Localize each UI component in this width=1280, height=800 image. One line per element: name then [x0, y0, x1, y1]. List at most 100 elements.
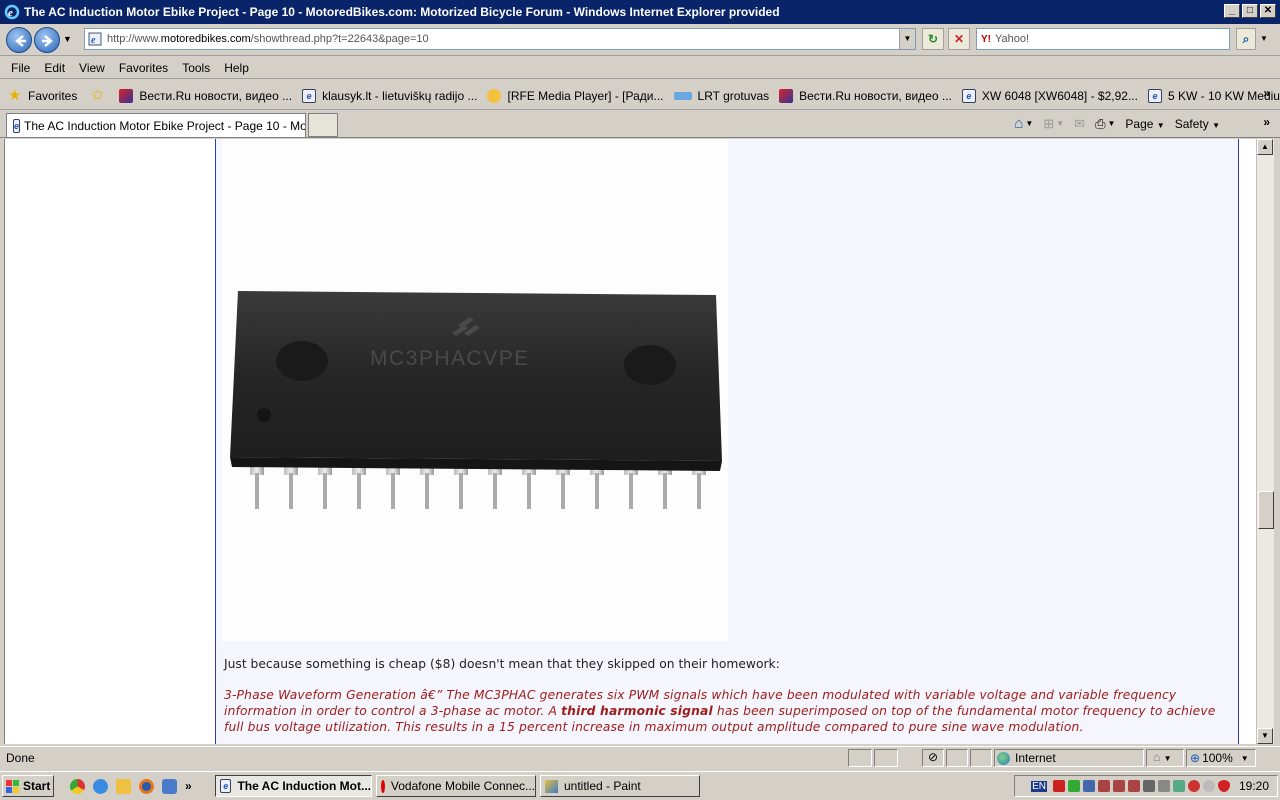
safety-menu-button[interactable]: Safety ▼ — [1175, 117, 1220, 131]
forward-button[interactable] — [34, 27, 60, 53]
scroll-up-arrow-icon[interactable]: ▲ — [1257, 139, 1273, 155]
scroll-down-arrow-icon[interactable]: ▼ — [1257, 728, 1273, 744]
network-disconnected-icon[interactable] — [1112, 780, 1125, 792]
menu-edit[interactable]: Edit — [37, 61, 72, 75]
home-dropdown-icon[interactable]: ▼ — [1025, 119, 1033, 128]
quick-launch: » — [70, 779, 192, 794]
windows-logo-icon — [6, 779, 19, 793]
new-tab-button[interactable] — [308, 113, 338, 137]
back-button[interactable] — [6, 27, 32, 53]
search-options-chevron-icon[interactable]: ▼ — [1260, 34, 1268, 43]
tray-app-icon[interactable] — [1202, 780, 1215, 792]
print-icon[interactable]: ⎙ — [1095, 116, 1105, 132]
svg-text:e: e — [8, 7, 13, 19]
favorite-link[interactable]: LRT grotuvas — [673, 89, 769, 103]
lrt-icon — [673, 91, 692, 100]
app-icon[interactable] — [162, 779, 177, 794]
tray-app-icon[interactable] — [1187, 780, 1200, 792]
rfe-icon — [487, 88, 502, 103]
forward-arrow-icon — [42, 35, 53, 47]
favorite-link[interactable]: e5 KW - 10 KW Medium Sized... — [1147, 88, 1280, 103]
chip-pin-leg — [391, 473, 395, 509]
vertical-scrollbar[interactable]: ▲ ▼ — [1256, 139, 1274, 744]
taskbar-item-paint[interactable]: untitled - Paint — [540, 775, 700, 797]
vodafone-icon — [381, 779, 385, 793]
page-menu-button[interactable]: Page ▼ — [1125, 117, 1164, 131]
zoom-control[interactable]: ⊕ 100% ▼ — [1186, 749, 1256, 767]
chrome-icon[interactable] — [70, 779, 85, 794]
ie-page-icon: e — [220, 779, 232, 793]
page-viewport: MC3PHACVPE Just because something is che… — [4, 139, 1256, 744]
chip-pin-leg — [459, 473, 463, 509]
close-window-button[interactable]: ✕ — [1260, 4, 1276, 18]
feeds-dropdown-icon[interactable]: ▼ — [1056, 119, 1064, 128]
favorites-label: Favorites — [28, 88, 78, 103]
home-icon[interactable]: ⌂ — [1014, 115, 1023, 132]
menu-view[interactable]: View — [72, 61, 112, 75]
status-pane — [874, 749, 898, 767]
ie-page-icon: e — [13, 118, 21, 133]
chip-pin-leg — [425, 473, 429, 509]
recent-pages-chevron-icon[interactable]: ▼ — [63, 34, 72, 44]
search-icon[interactable]: ⌕ — [1236, 28, 1256, 50]
favorite-link[interactable]: [RFE Media Player] - [Ради... — [487, 88, 664, 103]
status-pane — [946, 749, 968, 767]
firefox-icon[interactable] — [139, 779, 154, 794]
ie-page-icon: e — [961, 88, 976, 103]
forum-post-area: MC3PHACVPE Just because something is che… — [215, 139, 1239, 744]
tray-app-icon[interactable] — [1157, 780, 1170, 792]
favorite-link[interactable]: Вести.Ru новости, видео ... — [779, 88, 952, 103]
network-icon[interactable] — [1082, 780, 1095, 792]
page-dropdown-icon: ▼ — [1156, 120, 1165, 130]
network-disconnected-icon[interactable] — [1127, 780, 1140, 792]
ie-page-icon: e — [1147, 88, 1162, 103]
maximize-button[interactable]: □ — [1242, 4, 1258, 18]
ie-icon[interactable] — [93, 779, 108, 794]
start-button[interactable]: Start — [2, 775, 54, 797]
tray-app-icon[interactable] — [1172, 780, 1185, 792]
refresh-button[interactable]: ↻ — [922, 28, 944, 50]
taskbar-item-ie[interactable]: e The AC Induction Mot... — [215, 775, 372, 797]
shield-icon[interactable] — [1217, 780, 1230, 792]
address-dropdown-icon[interactable]: ▼ — [899, 29, 915, 49]
taskbar-item-vodafone[interactable]: Vodafone Mobile Connec... — [376, 775, 536, 797]
rss-feed-icon[interactable]: ⊞ — [1043, 116, 1054, 132]
mail-icon[interactable]: ✉ — [1074, 116, 1085, 132]
vesti-icon — [119, 88, 134, 103]
favorites-overflow-chevron-icon[interactable]: » — [1263, 86, 1270, 100]
tab-active[interactable]: e The AC Induction Motor Ebike Project -… — [6, 113, 306, 137]
print-dropdown-icon[interactable]: ▼ — [1107, 119, 1115, 128]
paint-icon — [545, 779, 558, 793]
scrollbar-thumb[interactable] — [1258, 491, 1274, 529]
quicklaunch-overflow-chevron-icon[interactable]: » — [185, 779, 192, 794]
signal-icon[interactable] — [1052, 780, 1065, 792]
tray-app-icon[interactable] — [1142, 780, 1155, 792]
chip-marking: MC3PHACVPE — [370, 347, 530, 370]
favorite-link[interactable]: Вести.Ru новости, видео ... — [119, 88, 292, 103]
search-placeholder: Yahoo! — [995, 33, 1030, 45]
language-indicator[interactable]: EN — [1031, 780, 1047, 792]
address-bar[interactable]: e http://www.motoredbikes.com/showthread… — [84, 28, 916, 50]
favorites-button[interactable]: ★ Favorites — [8, 88, 78, 103]
minimize-button[interactable]: _ — [1224, 4, 1240, 18]
search-box[interactable]: Y! Yahoo! — [976, 28, 1230, 50]
tray-app-icon[interactable] — [1067, 780, 1080, 792]
protected-mode-dropdown[interactable]: ⌂ ▼ — [1146, 749, 1184, 767]
menu-tools[interactable]: Tools — [175, 61, 217, 75]
chip-pin-leg — [629, 473, 633, 509]
vesti-icon — [779, 88, 794, 103]
menu-favorites[interactable]: Favorites — [112, 61, 175, 75]
network-disconnected-icon[interactable] — [1097, 780, 1110, 792]
add-to-favorites-icon: ✩ — [91, 86, 104, 104]
window-title: The AC Induction Motor Ebike Project - P… — [24, 5, 780, 19]
menu-file[interactable]: File — [4, 61, 37, 75]
folder-icon[interactable] — [116, 779, 131, 794]
clock: 19:20 — [1238, 779, 1269, 793]
stop-button[interactable]: ✕ — [948, 28, 970, 50]
favorite-link[interactable]: e XW 6048 [XW6048] - $2,92... — [961, 88, 1138, 103]
add-favorite-button[interactable]: ✩ — [91, 86, 111, 104]
chip-pin-leg — [595, 473, 599, 509]
menu-help[interactable]: Help — [217, 61, 256, 75]
favorite-link[interactable]: e klausyk.lt - lietuviškų radijo ... — [302, 88, 477, 103]
command-overflow-chevron-icon[interactable]: » — [1263, 115, 1270, 129]
